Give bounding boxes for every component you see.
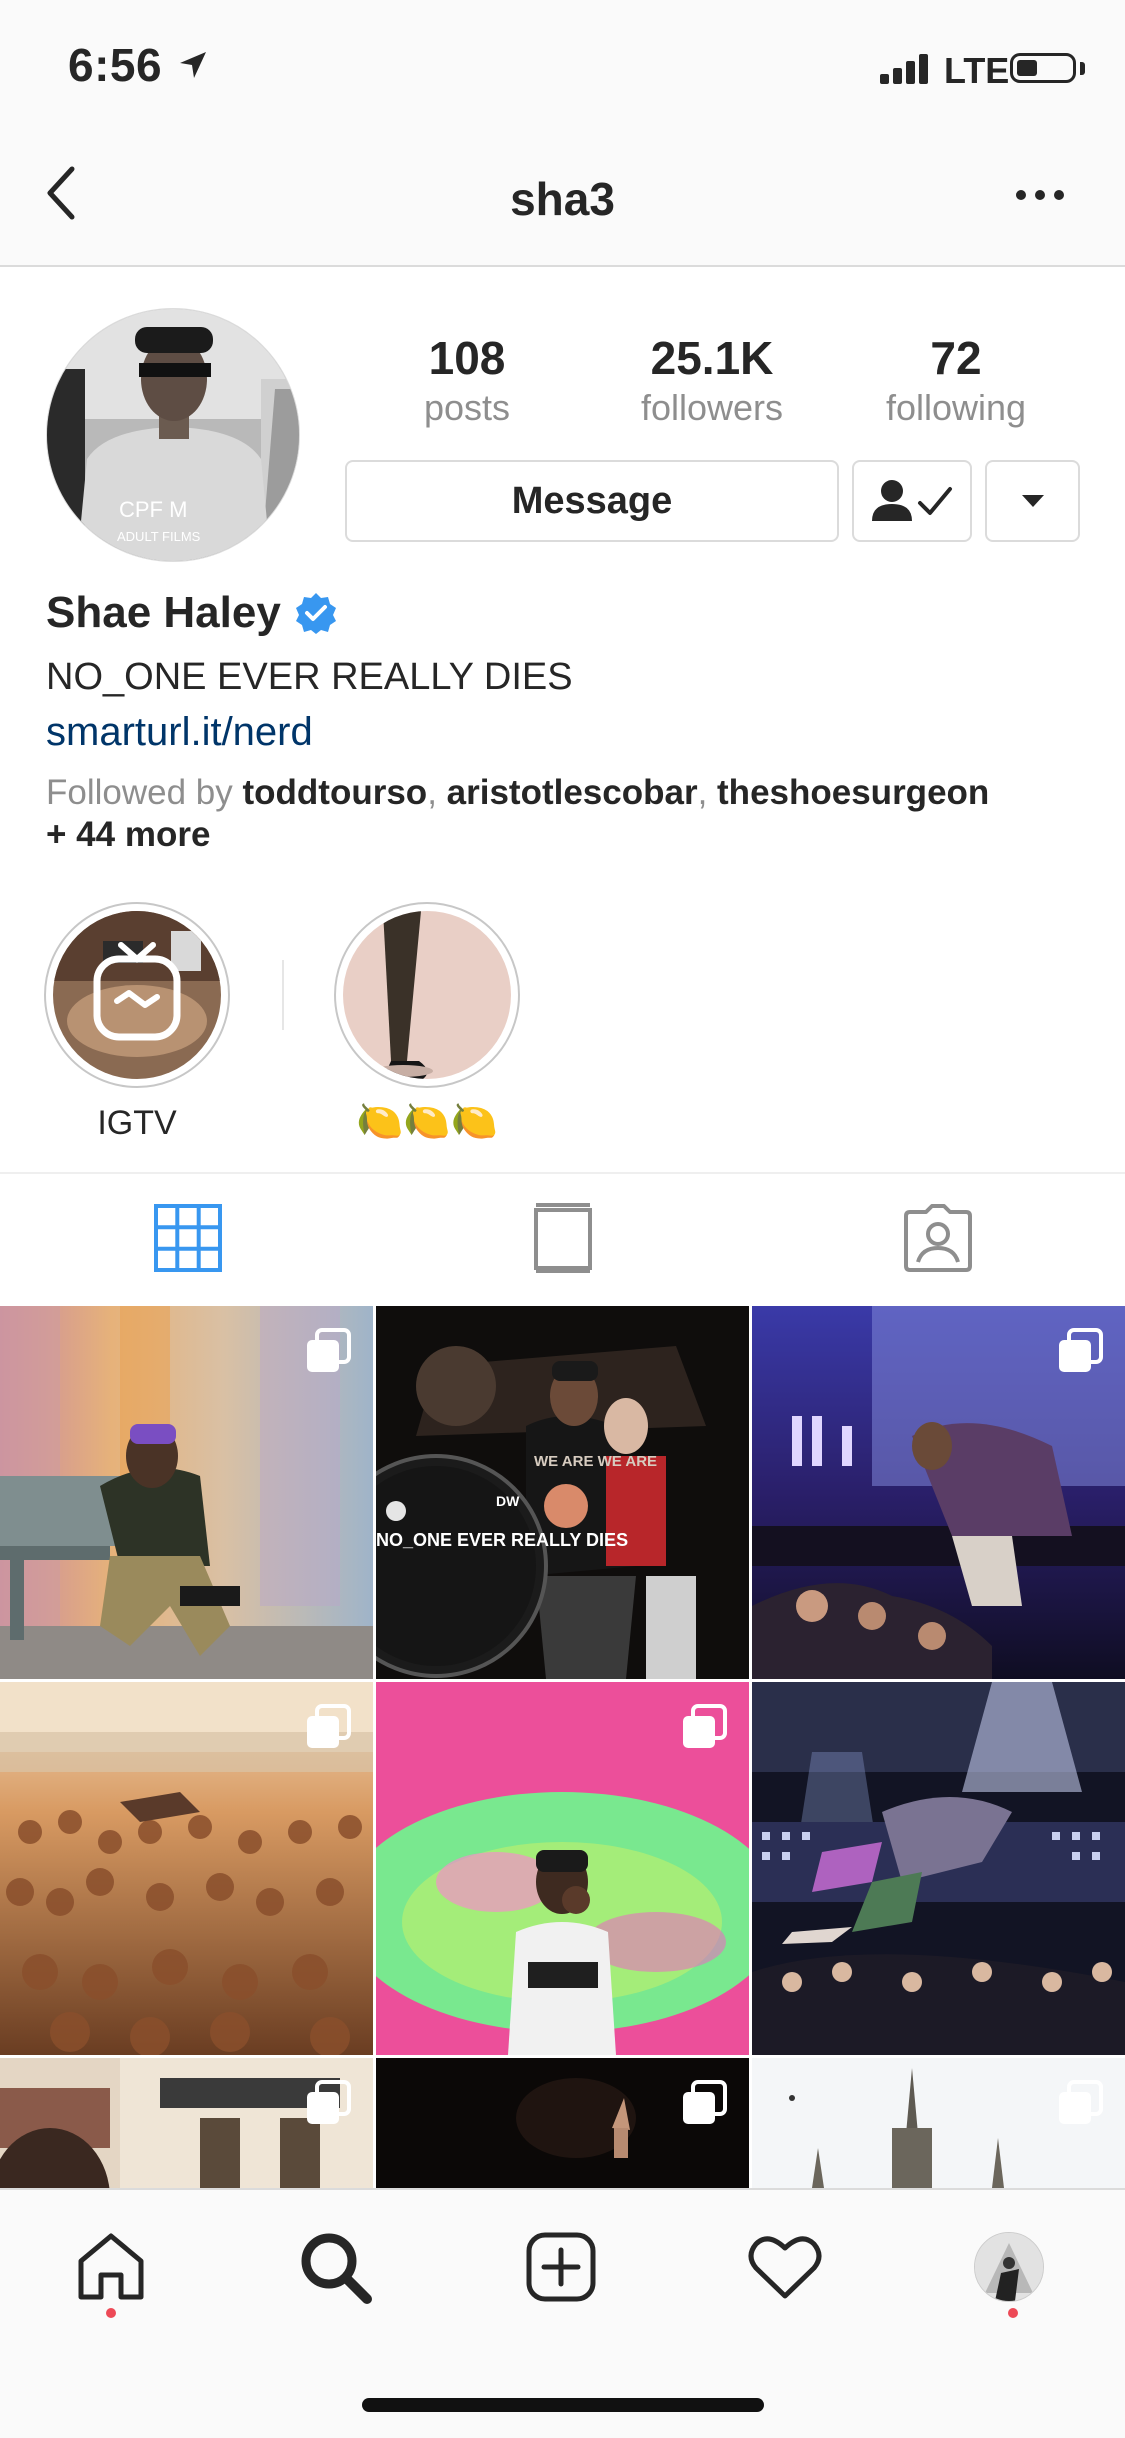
nav-activity[interactable]: [730, 2222, 840, 2312]
posts-count: 108: [428, 332, 506, 384]
post-tile[interactable]: [0, 2058, 373, 2190]
home-icon: [78, 2233, 144, 2300]
highlight-lemons-label: 🍋🍋🍋: [356, 1101, 498, 1143]
home-indicator: [362, 2398, 764, 2412]
profile-avatar-icon: [974, 2232, 1044, 2302]
highlight-lemons[interactable]: [334, 902, 520, 1088]
drum-text: NO_ONE EVER REALLY DIES: [376, 1530, 628, 1550]
post-image: NO_ONE EVER REALLY DIES DW WE ARE WE ARE: [376, 1306, 749, 1679]
ellipsis-icon: [1016, 190, 1064, 200]
shirt-text: WE ARE WE ARE: [534, 1453, 657, 1470]
comma: ,: [427, 773, 447, 812]
multiple-photos-icon: [307, 1704, 351, 1748]
avatar-photo: CPF M ADULT FILMS: [47, 309, 299, 561]
post-image: [752, 1682, 1125, 2055]
suggested-accounts-button[interactable]: [985, 460, 1080, 542]
bio-link[interactable]: smarturl.it/nerd: [46, 710, 313, 755]
tab-tagged[interactable]: [750, 1172, 1125, 1304]
avatar-shirt-text-1: CPF M: [119, 497, 187, 522]
nav-home[interactable]: [56, 2222, 166, 2312]
following-count: 72: [930, 332, 982, 384]
display-name-text: Shae Haley: [46, 588, 281, 637]
multiple-photos-icon: [683, 1704, 727, 1748]
bio-text: NO_ONE EVER REALLY DIES: [46, 656, 573, 698]
drum-brand: DW: [496, 1493, 520, 1509]
grid-icon: [153, 1204, 222, 1272]
post-tile[interactable]: [376, 2058, 749, 2190]
network-type: LTE: [944, 50, 1010, 91]
highlight-divider: [282, 960, 284, 1030]
igtv-icon: [93, 942, 181, 1041]
multiple-photos-icon: [1059, 1328, 1103, 1372]
caret-down-icon: [1021, 495, 1044, 507]
followed-by-prefix: Followed by: [46, 773, 233, 812]
post-tile[interactable]: [0, 1682, 373, 2055]
following-label: following: [885, 387, 1027, 428]
page-title: sha3: [510, 173, 615, 225]
multiple-photos-icon: [307, 1328, 351, 1372]
profile-avatar[interactable]: CPF M ADULT FILMS: [46, 308, 300, 562]
post-tile[interactable]: NO_ONE EVER REALLY DIES DW WE ARE WE ARE: [376, 1306, 749, 1679]
stat-followers[interactable]: 25.1K followers: [592, 330, 832, 430]
new-post-icon: [526, 2232, 596, 2302]
followed-by-text[interactable]: Followed by toddtourso, aristotlescobar,…: [46, 772, 1086, 856]
location-arrow-icon: [180, 52, 206, 78]
tab-grid[interactable]: [0, 1172, 375, 1304]
tab-igtv[interactable]: [375, 1172, 750, 1304]
comma: ,: [697, 773, 718, 812]
followed-by-more[interactable]: + 44 more: [46, 815, 210, 854]
highlight-igtv-label: IGTV: [97, 1104, 177, 1142]
search-icon: [301, 2233, 372, 2304]
follower-user[interactable]: aristotlescobar: [447, 773, 698, 812]
battery-nub: [1080, 62, 1085, 75]
post-tile[interactable]: [376, 1682, 749, 2055]
nav-profile[interactable]: [954, 2222, 1064, 2312]
home-notification-dot: [106, 2308, 116, 2318]
highlight-igtv[interactable]: [44, 902, 230, 1088]
battery-icon: [1010, 53, 1076, 83]
message-button[interactable]: Message: [345, 460, 839, 542]
person-check-icon: [872, 480, 952, 521]
highlight-igtv-cover: [53, 911, 221, 1079]
multiple-photos-icon: [1059, 2080, 1103, 2124]
posts-grid: NO_ONE EVER REALLY DIES DW WE ARE WE ARE: [0, 1306, 1125, 2190]
follower-user[interactable]: theshoesurgeon: [717, 773, 989, 812]
igtv-tab-icon: [533, 1203, 592, 1273]
post-tile[interactable]: [0, 1306, 373, 1679]
post-tile[interactable]: [752, 1682, 1125, 2055]
posts-label: posts: [423, 387, 511, 428]
stat-posts[interactable]: 108 posts: [347, 330, 587, 430]
status-time: 6:56: [68, 39, 163, 91]
verified-badge-icon: [295, 593, 336, 634]
avatar-shirt-text-2: ADULT FILMS: [117, 529, 201, 544]
profile-notification-dot: [1008, 2308, 1018, 2318]
nav-new-post[interactable]: [506, 2222, 616, 2312]
follower-user[interactable]: toddtourso: [243, 773, 428, 812]
nav-search[interactable]: [280, 2222, 390, 2312]
following-status-button[interactable]: [852, 460, 972, 542]
cellular-signal-icon: [880, 54, 928, 84]
highlight-lemons-cover: [343, 911, 511, 1079]
activity-heart-icon: [748, 2236, 822, 2299]
followers-count: 25.1K: [650, 332, 774, 384]
multiple-photos-icon: [307, 2080, 351, 2124]
post-tile[interactable]: [752, 2058, 1125, 2190]
followers-label: followers: [640, 387, 784, 428]
multiple-photos-icon: [683, 2080, 727, 2124]
tagged-icon: [903, 1204, 972, 1272]
post-tile[interactable]: [752, 1306, 1125, 1679]
more-options-button[interactable]: [1010, 175, 1070, 215]
display-name: Shae Haley: [46, 588, 337, 638]
stat-following[interactable]: 72 following: [836, 330, 1076, 430]
